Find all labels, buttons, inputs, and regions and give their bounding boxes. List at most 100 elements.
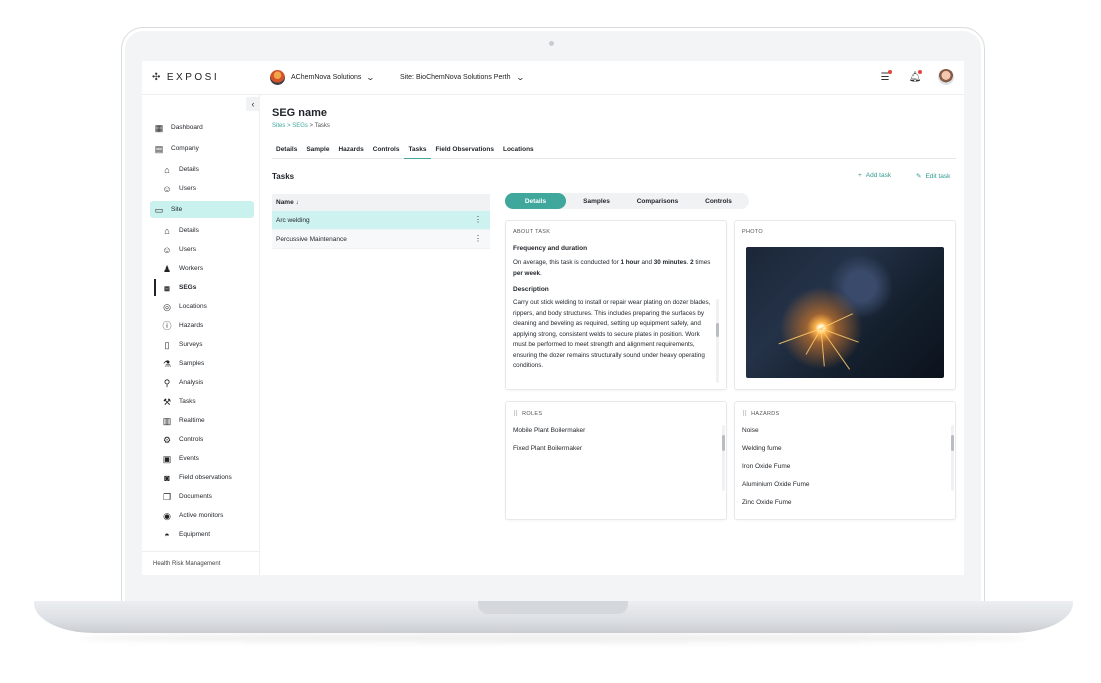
tasks-table: Name ↓ Arc welding ⋮ Percussive Maintena… (272, 194, 490, 249)
edit-task-button[interactable]: ✎ Edit task (916, 172, 950, 181)
sidebar-item-label: Active monitors (179, 512, 224, 519)
detail-tab-comparisons[interactable]: Comparisons (627, 193, 688, 209)
sidebar-item-controls[interactable]: ⚙ Controls (150, 431, 254, 448)
camera-icon: ◙ (164, 472, 170, 483)
sidebar-item-field-observations[interactable]: ◙ Field observations (150, 469, 254, 486)
more-vertical-icon[interactable]: ⋮ (474, 234, 482, 244)
building-icon: ▤ (154, 143, 164, 154)
breadcrumb-separator: > (307, 123, 315, 129)
breadcrumb-sites[interactable]: Sites (272, 123, 285, 129)
section-title: Tasks (272, 172, 295, 181)
sidebar-item-samples[interactable]: ⚗ Samples (150, 355, 254, 372)
sidebar-item-site[interactable]: ▭ Site (150, 201, 254, 218)
list-item: Welding fume (742, 445, 782, 452)
sidebar-item-label: SEGs (179, 284, 197, 291)
user-icon: ☺ (162, 183, 172, 194)
scrollbar-thumb[interactable] (951, 435, 954, 451)
sidebar-item-tasks[interactable]: ⚒ Tasks (150, 393, 254, 410)
detail-tab-samples[interactable]: Samples (566, 193, 627, 209)
app-logo[interactable]: ✣ EXPOSI (152, 72, 219, 83)
home-icon: ⌂ (164, 225, 170, 236)
pencil-icon: ✎ (916, 173, 922, 180)
sidebar-item-documents[interactable]: ❐ Documents (150, 488, 254, 505)
sidebar-item-label: Samples (179, 360, 205, 367)
sidebar-item-company-users[interactable]: ☺ Users (150, 180, 254, 197)
page-tabs: Details Sample Hazards Controls Tasks Fi… (272, 143, 956, 159)
bar-chart-icon: ▥ (162, 415, 172, 426)
sidebar-item-site-users[interactable]: ☺ Users (150, 241, 254, 258)
text-fragment: On average, this task is conducted for (513, 259, 621, 266)
sidebar-item-company-details[interactable]: ⌂ Details (150, 161, 254, 178)
description-scrollbar[interactable] (716, 299, 719, 383)
tab-sample[interactable]: Sample (302, 143, 334, 159)
top-bar: ✣ EXPOSI AChemNova Solutions ⌄ Site: Bio… (142, 61, 964, 95)
briefcase-icon: ⧈ (164, 282, 170, 293)
sidebar-item-label: Equipment (179, 531, 211, 538)
microscope-icon: ⚲ (163, 377, 171, 388)
sidebar-item-segs[interactable]: ⧈ SEGs (150, 279, 254, 296)
sidebar-item-events[interactable]: ▣ Events (150, 450, 254, 467)
list-item: Zinc Oxide Fume (742, 499, 792, 506)
breadcrumb-segs[interactable]: SEGs (292, 123, 308, 129)
hazards-scrollbar[interactable] (951, 425, 954, 491)
table-row[interactable]: Arc welding ⋮ (272, 211, 490, 230)
sidebar-item-label: Details (179, 166, 199, 173)
sidebar-item-label: Site (171, 206, 183, 213)
sidebar-item-dashboard[interactable]: ▦ Dashboard (150, 119, 254, 136)
bell-icon[interactable]: 🔔︎ (908, 70, 922, 84)
task-list-icon[interactable]: ☰ (878, 70, 892, 84)
sidebar-item-label: Dashboard (171, 124, 203, 131)
avatar[interactable] (938, 69, 954, 85)
list-item: Aluminium Oxide Fume (742, 481, 810, 488)
task-photo[interactable] (746, 247, 944, 378)
more-vertical-icon[interactable]: ⋮ (474, 215, 482, 225)
photo-card: PHOTO (734, 220, 956, 390)
tab-field-observations[interactable]: Field Observations (431, 143, 499, 159)
sidebar-item-workers[interactable]: ♟ Workers (150, 260, 254, 277)
drag-handle-icon[interactable]: ⠿ (513, 410, 518, 418)
tab-tasks[interactable]: Tasks (404, 143, 432, 159)
tab-locations[interactable]: Locations (499, 143, 539, 159)
chevron-left-icon: ‹ (251, 99, 255, 109)
scrollbar-thumb[interactable] (716, 323, 719, 337)
company-selector[interactable]: AChemNova Solutions ⌄ (270, 70, 375, 85)
sidebar-item-analysis[interactable]: ⚲ Analysis (150, 374, 254, 391)
text-fragment: times (693, 259, 711, 266)
sidebar-item-active-monitors[interactable]: ◉ Active monitors (150, 507, 254, 524)
hazards-card: ⠿ HAZARDS Noise Welding fume Iron Oxide F… (734, 401, 956, 520)
helmet-icon: ◓ (164, 529, 170, 540)
detail-tab-controls[interactable]: Controls (688, 193, 749, 209)
site-selector[interactable]: Site: BioChemNova Solutions Perth ⌄ (400, 73, 525, 82)
logo-mark-icon: ✣ (152, 72, 163, 83)
tab-details[interactable]: Details (272, 143, 302, 159)
description-text: Carry out stick welding to install or re… (513, 299, 711, 369)
add-task-button[interactable]: + Add task (858, 172, 891, 179)
add-task-label: Add task (865, 172, 892, 179)
tab-controls[interactable]: Controls (369, 143, 405, 159)
table-row[interactable]: Percussive Maintenance ⋮ (272, 230, 490, 249)
test-tube-icon: ⚗ (162, 358, 172, 369)
sidebar-item-surveys[interactable]: ▯ Surveys (150, 336, 254, 353)
drag-handle-icon[interactable]: ⠿ (742, 410, 747, 418)
sidebar-item-label: Users (179, 246, 196, 253)
worker-icon: ♟ (162, 263, 172, 274)
app-screen: ✣ EXPOSI AChemNova Solutions ⌄ Site: Bio… (142, 61, 964, 575)
tab-hazards[interactable]: Hazards (334, 143, 368, 159)
detail-tab-details[interactable]: Details (505, 193, 566, 209)
task-name: Percussive Maintenance (276, 235, 347, 243)
scrollbar-thumb[interactable] (722, 435, 725, 451)
sidebar-item-realtime[interactable]: ▥ Realtime (150, 412, 254, 429)
list-item: Mobile Plant Boilermaker (513, 427, 586, 434)
collapse-sidebar-button[interactable]: ‹ (246, 97, 260, 111)
sidebar-item-company[interactable]: ▤ Company (150, 140, 254, 157)
sidebar-item-label: Surveys (179, 341, 203, 348)
sidebar-item-hazards[interactable]: ⓘ Hazards (150, 317, 254, 334)
table-header[interactable]: Name ↓ (272, 194, 490, 211)
sidebar-item-locations[interactable]: ◎ Locations (150, 298, 254, 315)
sidebar-item-site-details[interactable]: ⌂ Details (150, 222, 254, 239)
top-icons: ☰ 🔔︎ (878, 69, 954, 85)
roles-scrollbar[interactable] (722, 425, 725, 491)
hazard-icon: ⓘ (162, 320, 172, 331)
chevron-down-icon: ⌄ (515, 73, 525, 82)
sidebar-item-equipment[interactable]: ◓ Equipment (150, 526, 254, 543)
